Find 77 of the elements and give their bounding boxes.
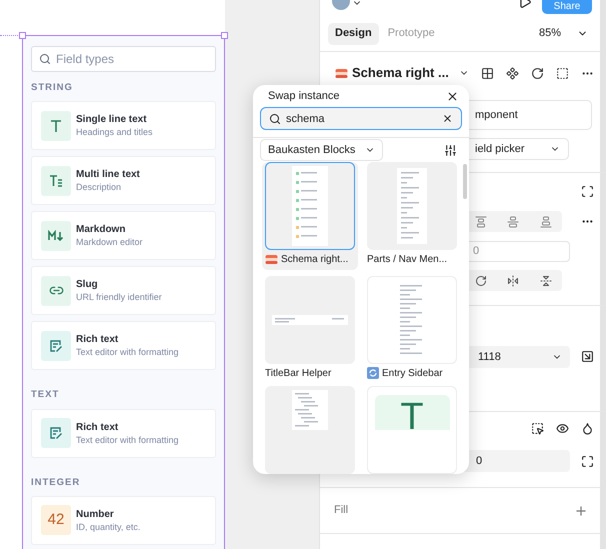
library-dropdown[interactable]: Baukasten Blocks	[260, 139, 384, 162]
search-field[interactable]: Field types	[31, 46, 216, 72]
search-field[interactable]: schema	[260, 107, 462, 130]
field-type-card[interactable]: 42 Number ID, quantity, etc.	[31, 496, 216, 545]
preview-drawing	[292, 390, 328, 430]
component-name[interactable]: Schema right ...	[352, 63, 449, 83]
popup-title: Swap instance	[268, 88, 341, 104]
search-input[interactable]: Field types	[56, 50, 208, 68]
field-type-name: Slug	[76, 278, 99, 292]
field-type-name: Rich text	[76, 333, 120, 346]
align-bottom-icon[interactable]	[540, 216, 552, 228]
field-type-name: Rich text	[76, 420, 120, 434]
align-top-icon[interactable]	[475, 216, 488, 228]
name-field[interactable]: mponent	[475, 106, 518, 124]
field-type-card[interactable]: Single line text Headings and titles	[31, 101, 216, 150]
sushi-icon	[265, 254, 278, 264]
search-icon	[39, 53, 51, 65]
search-icon	[269, 112, 281, 125]
clear-icon[interactable]	[442, 113, 453, 124]
focus-icon[interactable]	[581, 185, 594, 198]
reset-icon[interactable]	[531, 66, 544, 80]
field-type-description: ID, quantity, etc.	[76, 520, 140, 533]
field-type-description: URL friendly identifier	[76, 291, 162, 304]
text-icon	[49, 118, 63, 133]
field-type-description: Markdown editor	[76, 236, 143, 248]
multiline-text-icon	[49, 174, 63, 188]
field-type-card[interactable]: Markdown Markdown editor	[31, 211, 216, 260]
field-type-description: Text editor with formatting	[76, 346, 179, 358]
flip-horizontal-icon[interactable]	[507, 274, 520, 286]
resize-icon[interactable]	[581, 350, 594, 363]
component-icon[interactable]	[506, 66, 519, 80]
component-card[interactable]: Schema right...	[262, 162, 358, 270]
edit-document-icon	[49, 426, 63, 440]
grid-icon[interactable]	[481, 66, 494, 80]
rotate-icon[interactable]	[475, 274, 488, 286]
component-name: TitleBar Helper	[265, 366, 332, 380]
add-icon[interactable]	[574, 504, 588, 518]
section-heading: STRING	[31, 81, 74, 95]
field-type-card[interactable]: Multi line text Description	[31, 156, 216, 206]
search-input[interactable]: schema	[286, 110, 437, 128]
field-type-card[interactable]: Slug URL friendly identifier	[31, 266, 216, 316]
field-type-name: Single line text	[76, 113, 148, 126]
flip-vertical-icon[interactable]	[540, 274, 552, 286]
field-type-description: Text editor with formatting	[76, 434, 179, 446]
align-middle-icon[interactable]	[507, 216, 520, 228]
dashed-square-icon[interactable]	[556, 66, 569, 80]
section-heading: TEXT	[31, 388, 60, 402]
scrollbar[interactable]	[463, 164, 467, 199]
field-type-name: Number	[76, 508, 115, 521]
selection-handle[interactable]	[221, 32, 228, 39]
component-name: Entry Sidebar	[382, 366, 443, 380]
component-card[interactable]: T	[367, 386, 457, 474]
component-name: Parts / Nav Men...	[367, 252, 448, 266]
panel-tab[interactable]: Design	[328, 22, 379, 44]
selection-handle[interactable]	[19, 32, 26, 39]
edit-document-icon	[49, 338, 63, 353]
corners-icon[interactable]	[581, 455, 594, 468]
radius-field[interactable]: 0	[476, 452, 482, 470]
field-type-description: Description	[76, 181, 122, 194]
field-type-name: Multi line text	[76, 168, 140, 182]
visibility-icon[interactable]	[556, 422, 569, 435]
section-title: Fill	[334, 503, 350, 518]
field-type-card[interactable]: Rich text Text editor with formatting	[31, 408, 216, 458]
preview-drawing: T	[374, 395, 450, 430]
field-type-description: Headings and titles	[76, 126, 153, 138]
markdown-icon	[48, 230, 64, 242]
component-name: Schema right...	[281, 252, 348, 266]
field-type-card[interactable]: Rich text Text editor with formatting	[31, 321, 216, 370]
field-type-name: Markdown	[76, 223, 126, 236]
zoom-level[interactable]: 85%	[538, 25, 561, 42]
number-icon: 42	[48, 509, 64, 532]
section-heading: INTEGER	[31, 476, 82, 490]
sushi-icon	[335, 68, 348, 78]
refresh-icon	[367, 367, 379, 379]
close-icon[interactable]	[446, 90, 459, 103]
opacity-icon[interactable]	[581, 422, 594, 435]
filter-icon[interactable]	[444, 144, 457, 157]
